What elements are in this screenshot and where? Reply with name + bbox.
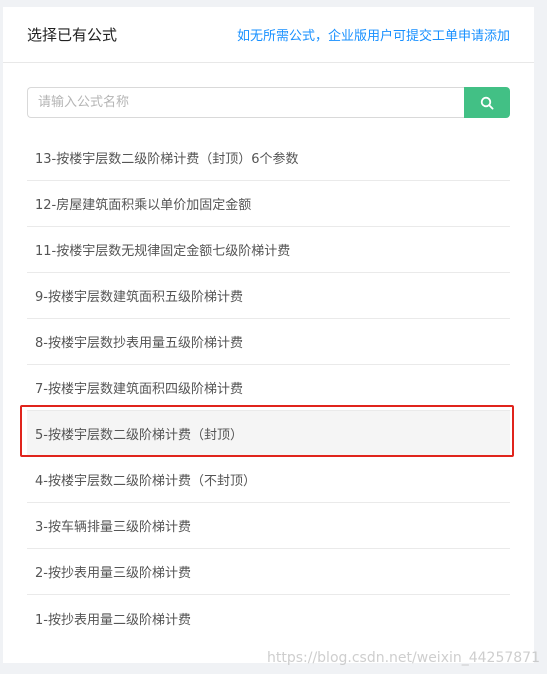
formula-list-item[interactable]: 11-按楼宇层数无规律固定金额七级阶梯计费 [27,227,510,273]
search-input[interactable] [27,87,464,118]
formula-list-item[interactable]: 8-按楼宇层数抄表用量五级阶梯计费 [27,319,510,365]
formula-list-item[interactable]: 12-房屋建筑面积乘以单价加固定金额 [27,181,510,227]
formula-list-item[interactable]: 5-按楼宇层数二级阶梯计费（封顶） [27,411,510,457]
watermark: https://blog.csdn.net/weixin_44257871 [266,650,540,666]
search-icon [480,96,494,110]
search-button[interactable] [464,87,510,118]
panel-header: 选择已有公式 如无所需公式，企业版用户可提交工单申请添加 [3,7,534,63]
formula-list-item[interactable]: 7-按楼宇层数建筑面积四级阶梯计费 [27,365,510,411]
formula-list: 13-按楼宇层数二级阶梯计费（封顶）6个参数 12-房屋建筑面积乘以单价加固定金额… [27,135,510,641]
request-formula-link[interactable]: 如无所需公式，企业版用户可提交工单申请添加 [237,25,510,44]
formula-list-item[interactable]: 4-按楼宇层数二级阶梯计费（不封顶） [27,457,510,503]
panel-title: 选择已有公式 [27,26,118,44]
formula-list-item[interactable]: 2-按抄表用量三级阶梯计费 [27,549,510,595]
formula-list-item[interactable]: 3-按车辆排量三级阶梯计费 [27,503,510,549]
formula-select-panel: 选择已有公式 如无所需公式，企业版用户可提交工单申请添加 13-按楼宇层数二级阶… [3,7,534,663]
formula-list-item[interactable]: 9-按楼宇层数建筑面积五级阶梯计费 [27,273,510,319]
search-bar [27,87,510,118]
formula-list-item[interactable]: 13-按楼宇层数二级阶梯计费（封顶）6个参数 [27,135,510,181]
formula-list-item[interactable]: 1-按抄表用量二级阶梯计费 [27,595,510,641]
